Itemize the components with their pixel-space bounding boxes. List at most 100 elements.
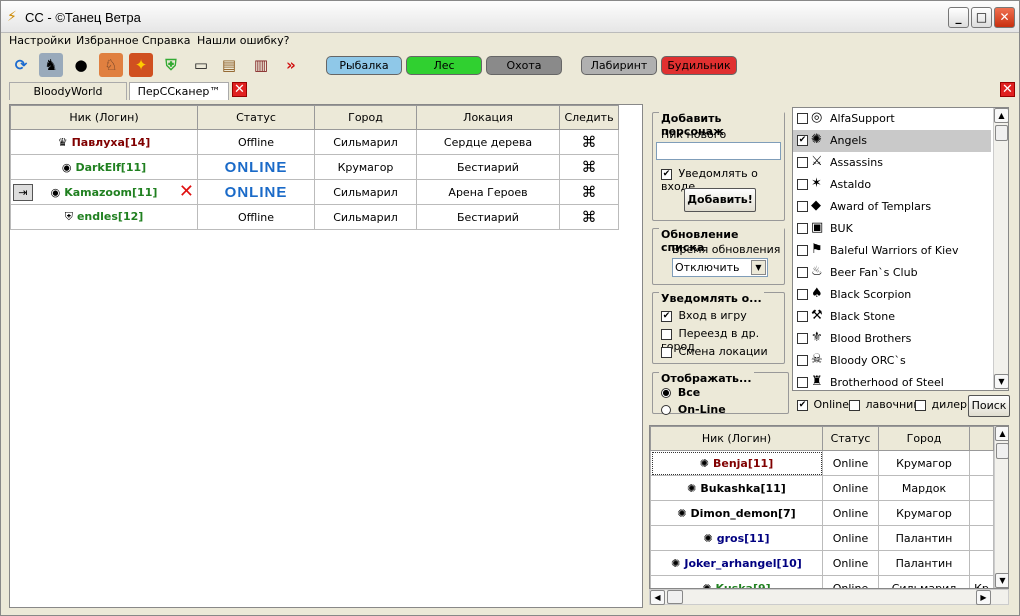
- new-nick-input[interactable]: [656, 142, 781, 160]
- clan-list[interactable]: ◎ AlfaSupport ✔ ✺ Angels ⚔ Assassins ✶ Astaldo ◆ A…: [792, 107, 1009, 391]
- menu-report-bug[interactable]: Нашли ошибку?: [197, 34, 289, 47]
- member-nick[interactable]: Benja[11]: [713, 457, 773, 470]
- binoculars-icon[interactable]: ⌘: [582, 208, 597, 226]
- col-nick[interactable]: Ник (Логин): [10, 105, 198, 130]
- menu-settings[interactable]: Настройки: [9, 34, 71, 47]
- col-watch[interactable]: Следить: [559, 105, 619, 130]
- table-row[interactable]: ✺ Dimon_demon[7] Online Крумагор: [650, 500, 994, 526]
- notify-location-checkbox[interactable]: [661, 346, 672, 358]
- scroll-right-icon[interactable]: ▶: [976, 590, 991, 605]
- alarm-button[interactable]: Будильник: [661, 56, 737, 75]
- close-panel-icon[interactable]: ✕: [1000, 82, 1015, 97]
- clan-members-scrollbar[interactable]: ▲ ▼: [994, 426, 1008, 588]
- clan-checkbox[interactable]: [797, 267, 808, 278]
- tab-bloodyworld[interactable]: BloodyWorld: [9, 82, 127, 100]
- table-row[interactable]: ✺ gros[11] Online Палантин: [650, 525, 994, 551]
- filter-dealer-checkbox[interactable]: [915, 399, 926, 411]
- add-person-button[interactable]: Добавить!: [684, 188, 756, 212]
- display-option-all[interactable]: ● Все: [661, 386, 700, 399]
- location-hunt-button[interactable]: Охота: [486, 56, 562, 75]
- list-item[interactable]: ⚒ Black Stone: [793, 306, 991, 328]
- members-scroll-up-icon[interactable]: ▲: [995, 426, 1008, 441]
- table-row[interactable]: ✺ Bukashka[11] Online Мардок: [650, 475, 994, 501]
- update-interval-select[interactable]: Отключить ▼: [672, 258, 768, 277]
- table-row[interactable]: ⛨ endles[12] Offline Сильмарил Бестиарий ⌘: [10, 204, 619, 230]
- display-all-radio[interactable]: ●: [661, 388, 671, 398]
- clan-col-extra[interactable]: [969, 426, 994, 451]
- member-nick[interactable]: Bukashka[11]: [700, 482, 785, 495]
- member-nick[interactable]: gros[11]: [717, 532, 770, 545]
- list-item[interactable]: ⚑ Baleful Warriors of Kiev: [793, 240, 991, 262]
- location-forest-button[interactable]: Лес: [406, 56, 482, 75]
- notify-option-location[interactable]: Смена локации: [661, 345, 768, 358]
- player-nick[interactable]: endles[12]: [77, 210, 143, 223]
- clan-checkbox[interactable]: [797, 355, 808, 366]
- filter-shop-checkbox[interactable]: [849, 399, 860, 411]
- table-row[interactable]: ◉ DarkElf[11] ONLINE Крумагор Бестиарий ⌘: [10, 154, 619, 180]
- members-hscroll-thumb[interactable]: [667, 590, 683, 604]
- refresh-icon[interactable]: ⟳: [9, 53, 33, 77]
- scroll-icon[interactable]: ▥: [249, 53, 273, 77]
- list-item[interactable]: ▣ BUK: [793, 218, 991, 240]
- clan-col-status[interactable]: Статус: [822, 426, 879, 451]
- close-tab-icon[interactable]: ✕: [232, 82, 247, 97]
- clan-col-city[interactable]: Город: [878, 426, 970, 451]
- cassette-icon[interactable]: ▭: [189, 53, 213, 77]
- table-row[interactable]: ♛ Павлуха[14] Offline Сильмарил Сердце дерев…: [10, 129, 619, 155]
- clan-checkbox[interactable]: [797, 333, 808, 344]
- maximize-button[interactable]: □: [971, 7, 992, 28]
- clan-checkbox[interactable]: [797, 113, 808, 124]
- delete-icon[interactable]: ✕: [179, 181, 194, 202]
- enter-icon[interactable]: ⇥: [13, 184, 33, 201]
- tab-perscanner[interactable]: ПерССканер™: [129, 82, 229, 100]
- clan-list-scrollbar[interactable]: ▲ ▼: [993, 108, 1008, 390]
- table-row[interactable]: ✺ Joker_arhangel[10] Online Палантин: [650, 550, 994, 576]
- members-scroll-thumb[interactable]: [996, 443, 1008, 459]
- list-item[interactable]: ♜ Brotherhood of Steel: [793, 372, 991, 390]
- display-option-online[interactable]: On-Line: [661, 403, 726, 416]
- fire-icon[interactable]: ✦: [129, 53, 153, 77]
- table-row[interactable]: ✺ Benja[11] Online Крумагор: [650, 450, 994, 476]
- clan-checkbox[interactable]: [797, 377, 808, 388]
- notify-move-checkbox[interactable]: [661, 328, 672, 340]
- scroll-up-icon[interactable]: ▲: [994, 108, 1008, 123]
- table-row[interactable]: ✺ Kuska[9] Online Сильмарил Кр: [650, 575, 994, 589]
- book-icon[interactable]: ▤: [217, 53, 241, 77]
- filter-online[interactable]: ✔ Online: [797, 398, 849, 411]
- raven-icon[interactable]: ●: [69, 53, 93, 77]
- display-online-radio[interactable]: [661, 405, 671, 415]
- list-item[interactable]: ⚔ Assassins: [793, 152, 991, 174]
- scroll-left-icon[interactable]: ◀: [650, 590, 665, 605]
- search-button[interactable]: Поиск: [968, 395, 1010, 417]
- col-status[interactable]: Статус: [197, 105, 315, 130]
- clan-checkbox[interactable]: [797, 311, 808, 322]
- list-item[interactable]: ◎ AlfaSupport: [793, 108, 991, 130]
- player-nick[interactable]: Павлуха[14]: [72, 136, 151, 149]
- binoculars-icon[interactable]: ⌘: [582, 158, 597, 176]
- player-nick[interactable]: Kamazoom[11]: [64, 186, 157, 199]
- member-nick[interactable]: Dimon_demon[7]: [691, 507, 796, 520]
- filter-online-checkbox[interactable]: ✔: [797, 399, 808, 411]
- clan-checkbox[interactable]: [797, 157, 808, 168]
- list-item[interactable]: ✔ ✺ Angels: [793, 130, 991, 152]
- close-button[interactable]: ✕: [994, 7, 1015, 28]
- chevron-down-icon[interactable]: ▼: [751, 260, 766, 275]
- binoculars-icon[interactable]: ⌘: [582, 183, 597, 201]
- clan-checkbox[interactable]: ✔: [797, 135, 808, 146]
- col-location[interactable]: Локация: [416, 105, 560, 130]
- clan-checkbox[interactable]: [797, 201, 808, 212]
- player-nick[interactable]: DarkElf[11]: [75, 161, 146, 174]
- clan-scroll-thumb[interactable]: [995, 125, 1008, 141]
- clan-col-nick[interactable]: Ник (Логин): [650, 426, 823, 451]
- menu-help[interactable]: Справка: [142, 34, 190, 47]
- clan-checkbox[interactable]: [797, 223, 808, 234]
- member-nick[interactable]: Kuska[9]: [716, 582, 771, 589]
- list-item[interactable]: ⚜ Blood Brothers: [793, 328, 991, 350]
- minimize-button[interactable]: _: [948, 7, 969, 28]
- location-fishing-button[interactable]: Рыбалка: [326, 56, 402, 75]
- clan-checkbox[interactable]: [797, 179, 808, 190]
- list-item[interactable]: ✶ Astaldo: [793, 174, 991, 196]
- arrows-icon[interactable]: »: [279, 53, 303, 77]
- clan-checkbox[interactable]: [797, 245, 808, 256]
- col-city[interactable]: Город: [314, 105, 417, 130]
